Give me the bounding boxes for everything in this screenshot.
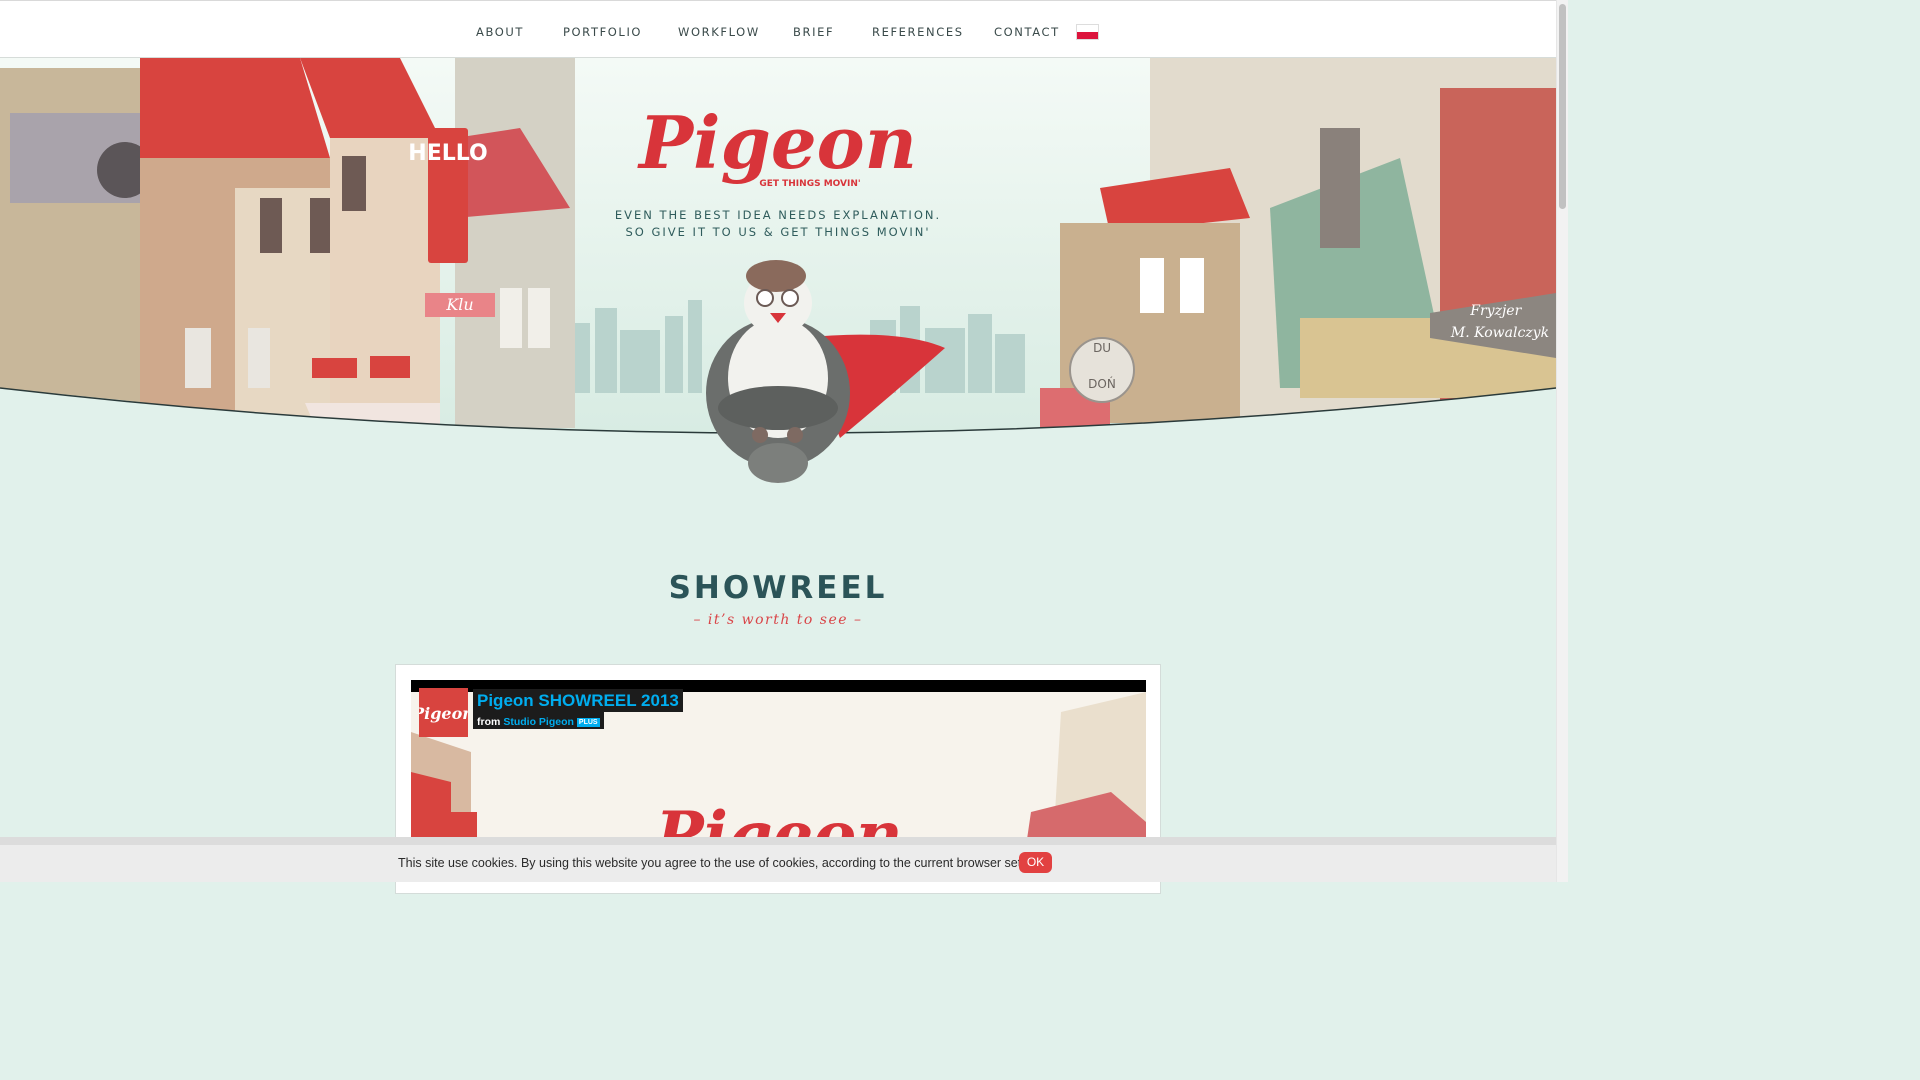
nav-about[interactable]: ABOUT [476,25,524,39]
svg-text:Pigeon: Pigeon [419,704,468,723]
poland-flag-icon[interactable] [1077,25,1098,39]
pigeon-logo: Pigeon GET THINGS MOVIN' [637,100,917,189]
page-scrollbar[interactable] [1556,0,1568,882]
video-byline: from Studio Pigeon PLUS [473,712,604,729]
top-navigation: ABOUT PORTFOLIO WORKFLOW BRIEF REFERENCE… [0,0,1556,58]
video-title-box[interactable]: Pigeon SHOWREEL 2013 [473,689,683,712]
scrollbar-thumb[interactable] [1559,4,1566,209]
video-author-link[interactable]: Studio Pigeon [503,716,574,728]
klu-sign: Klu [445,295,473,314]
cookie-message: This site use cookies. By using this web… [398,856,1052,870]
plus-badge: PLUS [576,718,600,727]
video-title[interactable]: Pigeon SHOWREEL 2013 [477,691,679,710]
nav-references[interactable]: REFERENCES [872,25,964,39]
video-from-label: from [477,716,501,728]
showreel-title: SHOWREEL [668,570,888,606]
left-buildings [0,58,575,438]
nav-portfolio[interactable]: PORTFOLIO [563,25,642,39]
cookie-bar: This site use cookies. By using this web… [0,837,1556,882]
svg-text:GET THINGS MOVIN': GET THINGS MOVIN' [759,179,860,189]
hello-sign: HELLO [408,141,487,166]
hero-tagline: EVEN THE BEST IDEA NEEDS EXPLANATION. SO… [614,208,942,239]
nav-contact[interactable]: CONTACT [994,25,1060,39]
hero-illustration: HELLO Klu Fryzjer M. Kowalczyk DU DOŃ Pi… [0,58,1556,498]
svg-text:Pigeon: Pigeon [637,100,917,185]
video-author-thumbnail[interactable]: Pigeon [411,688,474,737]
nav-workflow[interactable]: WORKFLOW [678,25,760,39]
nav-brief[interactable]: BRIEF [793,25,834,39]
cookie-ok-button[interactable]: OK [1019,852,1052,873]
showreel-subtitle: – it’s worth to see – [693,612,863,628]
